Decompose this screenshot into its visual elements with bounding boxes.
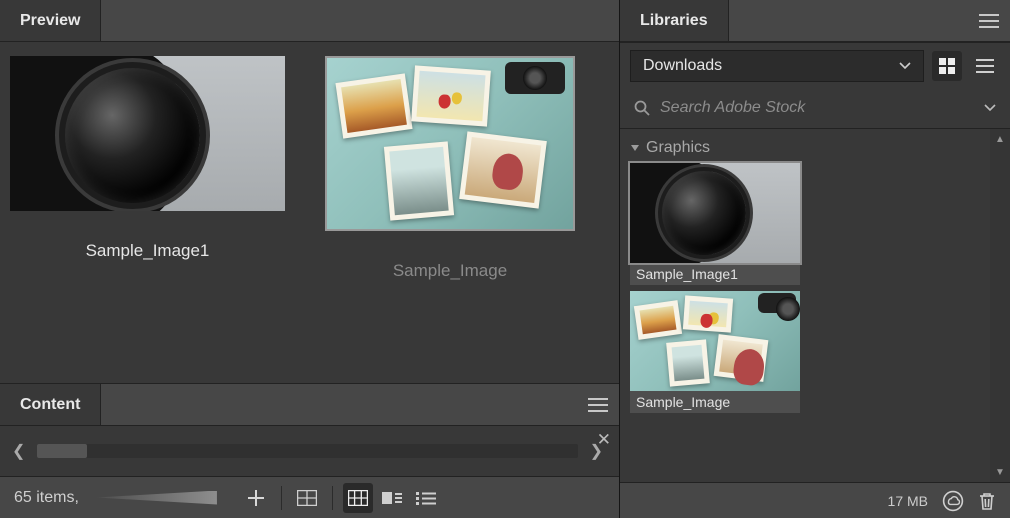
- library-thumbnail[interactable]: [630, 291, 800, 391]
- view-thumb-list-icon[interactable]: [377, 483, 407, 513]
- scroll-up-icon[interactable]: ▲: [990, 129, 1010, 149]
- scrollbar-track[interactable]: [37, 444, 577, 458]
- search-icon: [634, 100, 650, 116]
- content-hscrollbar[interactable]: ❮ ❯: [0, 435, 619, 467]
- content-panel: Content ✕ ❮ ❯ 65 items,: [0, 383, 619, 518]
- libraries-panel-menu-button[interactable]: [968, 0, 1010, 41]
- library-thumbnail[interactable]: [630, 163, 800, 263]
- library-view-list-icon[interactable]: [970, 51, 1000, 81]
- left-column: Preview Sample_Image1 Sample_Imag: [0, 0, 619, 518]
- library-view-grid-icon[interactable]: [932, 51, 962, 81]
- content-panel-menu-button[interactable]: [577, 384, 619, 425]
- preview-thumbnail[interactable]: [325, 56, 575, 231]
- divider: [332, 486, 333, 510]
- preview-tabbar: Preview: [0, 0, 619, 42]
- view-list-icon[interactable]: [411, 483, 441, 513]
- preview-item-2[interactable]: Sample_Image: [325, 56, 575, 281]
- libraries-panel: Libraries Downloads: [619, 0, 1010, 518]
- libraries-tabbar: Libraries: [620, 0, 1010, 42]
- library-group-label: Graphics: [646, 139, 710, 157]
- chevron-down-icon: [899, 62, 911, 70]
- library-item[interactable]: Sample_Image: [630, 291, 800, 413]
- scrollbar-track[interactable]: [993, 149, 1007, 462]
- library-search-row: [620, 88, 1010, 128]
- libraries-scroll-area: Graphics Sample_Image1: [620, 129, 990, 482]
- library-item-caption: Sample_Image: [630, 391, 800, 413]
- thumbnail-size-slider[interactable]: [97, 491, 217, 505]
- content-body: ✕ ❮ ❯: [0, 426, 619, 476]
- preview-body: Sample_Image1 Sample_Image: [0, 42, 619, 383]
- scroll-left-icon[interactable]: ❮: [6, 435, 31, 467]
- content-footer: 65 items,: [0, 476, 619, 518]
- app-root: Preview Sample_Image1 Sample_Imag: [0, 0, 1010, 518]
- view-grid-small-icon[interactable]: [343, 483, 373, 513]
- tab-libraries[interactable]: Libraries: [620, 0, 729, 41]
- tab-content[interactable]: Content: [0, 384, 101, 425]
- cloud-sync-icon[interactable]: [942, 490, 964, 512]
- item-count-label: 65 items,: [14, 489, 79, 507]
- close-icon[interactable]: ✕: [597, 430, 611, 450]
- preview-caption: Sample_Image1: [86, 241, 210, 261]
- divider: [281, 486, 282, 510]
- preview-caption: Sample_Image: [393, 261, 507, 281]
- disclosure-triangle-icon: [630, 143, 640, 153]
- scroll-down-icon[interactable]: ▼: [990, 462, 1010, 482]
- add-button[interactable]: [241, 483, 271, 513]
- search-input[interactable]: [660, 99, 974, 117]
- content-tabbar: Content: [0, 384, 619, 426]
- preview-item-1[interactable]: Sample_Image1: [10, 56, 285, 261]
- chevron-down-icon[interactable]: [984, 104, 996, 112]
- library-size-label: 17 MB: [888, 493, 928, 509]
- libraries-vscrollbar[interactable]: ▲ ▼: [990, 129, 1010, 482]
- preview-thumbnail[interactable]: [10, 56, 285, 211]
- library-item-caption: Sample_Image1: [630, 263, 800, 285]
- trash-icon[interactable]: [978, 491, 996, 511]
- libraries-footer: 17 MB: [620, 482, 1010, 518]
- libraries-toolbar: Downloads: [620, 42, 1010, 88]
- view-grid-large-icon[interactable]: [292, 483, 322, 513]
- library-select-value: Downloads: [643, 57, 722, 75]
- library-item[interactable]: Sample_Image1: [630, 163, 800, 285]
- library-select[interactable]: Downloads: [630, 50, 924, 82]
- libraries-body: Graphics Sample_Image1: [620, 128, 1010, 482]
- library-group-header[interactable]: Graphics: [630, 139, 980, 157]
- scrollbar-thumb[interactable]: [37, 444, 87, 458]
- tab-preview[interactable]: Preview: [0, 0, 101, 41]
